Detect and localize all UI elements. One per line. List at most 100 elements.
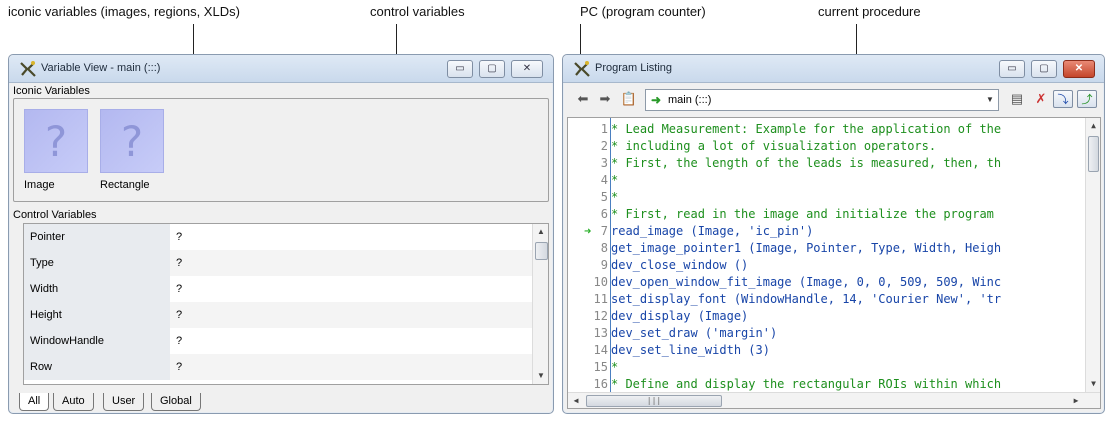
line-number: 8: [600, 241, 608, 255]
tab-all[interactable]: All: [19, 393, 50, 411]
variable-value: ?: [176, 361, 183, 373]
line-number: 13: [593, 326, 608, 340]
back-arrow-icon[interactable]: ⬅: [573, 90, 593, 108]
line-text: get_image_pointer1 (Image, Pointer, Type…: [611, 241, 1002, 255]
code-line[interactable]: 2 * including a lot of visualization oper…: [568, 139, 1088, 155]
iconic-variables-panel: ? Image ? Rectangle: [13, 98, 549, 202]
code-line[interactable]: 5 *: [568, 190, 1088, 206]
line-text: dev_open_window_fit_image (Image, 0, 0, …: [611, 275, 1002, 289]
line-number: 10: [593, 275, 608, 289]
program-listing-titlebar[interactable]: Program Listing ▭ ▢ ✕: [563, 55, 1104, 83]
program-listing-title: Program Listing: [595, 62, 673, 74]
code-line[interactable]: 6 * First, read in the image and initiali…: [568, 207, 1088, 223]
iconic-item-image[interactable]: ? Image: [20, 105, 92, 193]
code-line[interactable]: 8 get_image_pointer1 (Image, Pointer, Typ…: [568, 241, 1088, 257]
line-text: set_display_font (WindowHandle, 14, 'Cou…: [611, 292, 1002, 306]
program-code-view[interactable]: 1 * Lead Measurement: Example for the app…: [567, 117, 1101, 409]
line-text: * Define and display the rectangular ROI…: [611, 377, 1002, 391]
table-row[interactable]: Width ?: [24, 276, 532, 302]
vertical-scrollbar[interactable]: ▲ ▼: [532, 224, 548, 384]
procedure-list-icon[interactable]: ▤: [1007, 90, 1027, 108]
tab-auto[interactable]: Auto: [53, 393, 94, 411]
code-line[interactable]: 15 *: [568, 360, 1088, 376]
iconic-item-name: Rectangle: [100, 179, 150, 191]
variable-view-titlebar[interactable]: Variable View - main (:::) ▭ ▢ ✕: [9, 55, 553, 83]
callout-iconic-variables: iconic variables (images, regions, XLDs): [8, 4, 240, 19]
maximize-button[interactable]: ▢: [479, 60, 505, 78]
close-button[interactable]: ✕: [1063, 60, 1095, 78]
chevron-down-icon[interactable]: ▼: [982, 90, 998, 110]
scroll-thumb[interactable]: |||: [586, 395, 722, 407]
iconic-item-rectangle[interactable]: ? Rectangle: [96, 105, 168, 193]
code-line[interactable]: 3 * First, the length of the leads is mea…: [568, 156, 1088, 172]
step-out-icon[interactable]: ⤴: [1077, 90, 1097, 108]
iconic-variables-label: Iconic Variables: [13, 85, 90, 97]
vertical-scrollbar[interactable]: ▲ ▼: [1085, 118, 1100, 392]
table-row[interactable]: WindowHandle ?: [24, 328, 532, 354]
variable-name: Width: [30, 283, 59, 295]
program-toolbar: ⬅ ➡ 📋 ➜ main (:::) ▼ ▤ ✗ ⤵ ⤴: [563, 83, 1104, 115]
line-text: dev_display (Image): [611, 309, 749, 323]
procedure-select[interactable]: ➜ main (:::) ▼: [645, 89, 999, 111]
variable-view-window: Variable View - main (:::) ▭ ▢ ✕ Iconic …: [8, 54, 554, 414]
code-line[interactable]: 4 *: [568, 173, 1088, 189]
minimize-button[interactable]: ▭: [999, 60, 1025, 78]
code-line[interactable]: 14 dev_set_line_width (3): [568, 343, 1088, 359]
scroll-up-icon[interactable]: ▲: [533, 224, 548, 240]
delete-procedure-icon[interactable]: ✗: [1031, 90, 1051, 108]
code-line[interactable]: 9 dev_close_window (): [568, 258, 1088, 274]
line-number: 7: [600, 224, 608, 238]
code-line[interactable]: 16 * Define and display the rectangular R…: [568, 377, 1088, 393]
tab-global[interactable]: Global: [151, 393, 201, 411]
line-number: 5: [600, 190, 608, 204]
line-number: 3: [600, 156, 608, 170]
line-number: 6: [600, 207, 608, 221]
halcon-icon: [574, 61, 590, 77]
scroll-down-icon[interactable]: ▼: [533, 368, 548, 384]
variable-tabs: All Auto User Global: [19, 393, 319, 411]
control-variables-label: Control Variables: [13, 209, 97, 221]
step-into-icon[interactable]: ⤵: [1053, 90, 1073, 108]
table-row[interactable]: Height ?: [24, 302, 532, 328]
line-text: *: [611, 190, 619, 204]
line-number: 4: [600, 173, 608, 187]
iconic-item-name: Image: [24, 179, 55, 191]
code-line[interactable]: 13 dev_set_draw ('margin'): [568, 326, 1088, 342]
line-text: dev_close_window (): [611, 258, 749, 272]
horizontal-scrollbar[interactable]: ◀ ||| ▶: [568, 392, 1100, 408]
callout-control-variables: control variables: [370, 4, 465, 19]
control-variables-grid: Pointer ? Type ? Width ? Height ? Window…: [23, 223, 549, 385]
table-row[interactable]: Pointer ?: [24, 224, 532, 250]
procedure-arrow-icon: ➜: [651, 93, 662, 107]
code-line[interactable]: 11 set_display_font (WindowHandle, 14, 'C…: [568, 292, 1088, 308]
scroll-left-icon[interactable]: ◀: [568, 393, 584, 408]
line-number: 14: [593, 343, 608, 357]
scroll-right-icon[interactable]: ▶: [1068, 393, 1084, 408]
code-line[interactable]: 10 dev_open_window_fit_image (Image, 0, 0…: [568, 275, 1088, 291]
clipboard-icon[interactable]: 📋: [619, 90, 639, 108]
line-number: 9: [600, 258, 608, 272]
scroll-down-icon[interactable]: ▼: [1086, 376, 1100, 392]
forward-arrow-icon[interactable]: ➡: [595, 90, 615, 108]
table-row[interactable]: Type ?: [24, 250, 532, 276]
line-number: 12: [593, 309, 608, 323]
callout-program-counter: PC (program counter): [580, 4, 706, 19]
code-line[interactable]: 12 dev_display (Image): [568, 309, 1088, 325]
close-button[interactable]: ✕: [511, 60, 543, 78]
variable-name: WindowHandle: [30, 335, 104, 347]
maximize-button[interactable]: ▢: [1031, 60, 1057, 78]
variable-value: ?: [176, 335, 183, 347]
variable-name: Height: [30, 309, 62, 321]
code-line-current[interactable]: ➜ 7 read_image (Image, 'ic_pin'): [568, 224, 1088, 240]
scroll-up-icon[interactable]: ▲: [1086, 118, 1100, 134]
scroll-thumb[interactable]: [535, 242, 548, 260]
procedure-name: main (:::): [668, 94, 712, 106]
callout-current-procedure: current procedure: [818, 4, 921, 19]
table-row[interactable]: Row ?: [24, 354, 532, 380]
line-text: dev_set_draw ('margin'): [611, 326, 778, 340]
scroll-thumb[interactable]: [1088, 136, 1099, 172]
minimize-button[interactable]: ▭: [447, 60, 473, 78]
tab-user[interactable]: User: [103, 393, 145, 411]
code-line[interactable]: 1 * Lead Measurement: Example for the app…: [568, 122, 1088, 138]
line-text: dev_set_line_width (3): [611, 343, 770, 357]
